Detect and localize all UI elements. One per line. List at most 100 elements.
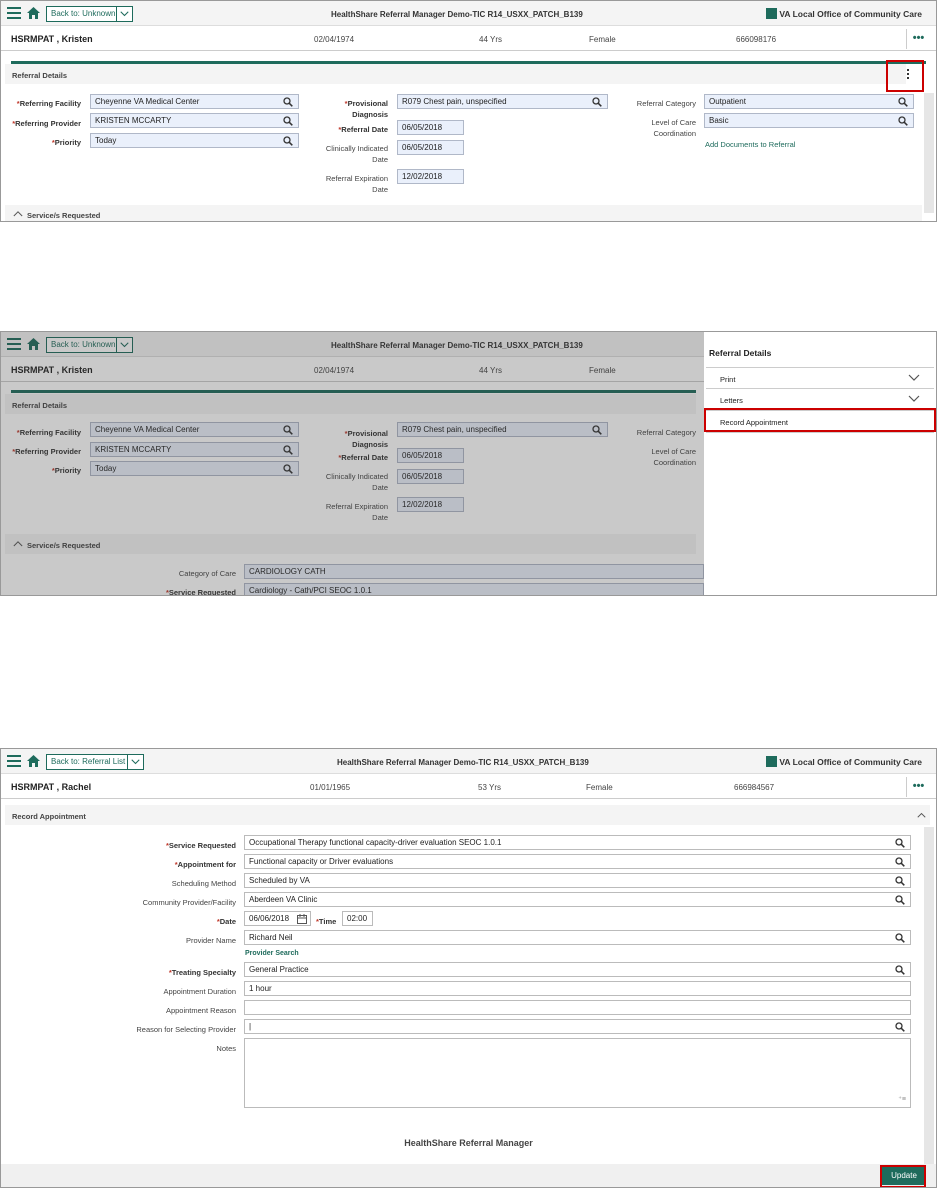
referring-provider-value: KRISTEN MCCARTY (95, 116, 172, 125)
referring-facility-label: *Referring Facility (16, 99, 81, 108)
search-icon[interactable] (592, 97, 602, 107)
referring-facility-field[interactable]: Cheyenne VA Medical Center (90, 94, 299, 109)
back-dropdown-chevron-icon[interactable] (127, 754, 144, 770)
more-options-button[interactable]: ••• (906, 777, 930, 797)
appointment-reason-field[interactable] (244, 1000, 911, 1015)
provider-search-link[interactable]: Provider Search (245, 950, 299, 957)
search-icon[interactable] (895, 965, 905, 975)
priority-label: *Priority (51, 138, 81, 147)
treating-specialty-field[interactable]: General Practice (244, 962, 911, 977)
priority-field[interactable]: Today (90, 133, 299, 148)
record-appointment-screen: Back to: Referral List HealthShare Refer… (0, 748, 937, 1188)
top-navigation-bar: Back to: Unknown HealthShare Referral Ma… (1, 1, 936, 26)
drawer-item-print[interactable]: Print (706, 367, 934, 389)
patient-sex: Female (589, 35, 616, 44)
app-title: HealthShare Referral Manager Demo-TIC R1… (331, 10, 583, 19)
community-provider-field[interactable]: Aberdeen VA Clinic (244, 892, 911, 907)
level-of-care-value: Basic (709, 116, 729, 125)
hamburger-menu-icon[interactable] (7, 755, 21, 767)
service-requested-label: *Service Requested (165, 841, 236, 850)
referral-expiration-date-label: Referral Expiration Date (325, 174, 388, 194)
service-requested-field[interactable]: Occupational Therapy functional capacity… (244, 835, 911, 850)
section-header: Referral Details (5, 64, 906, 84)
add-documents-link[interactable]: Add Documents to Referral (705, 140, 795, 149)
highlight-box (704, 408, 936, 432)
provisional-diagnosis-field[interactable]: R079 Chest pain, unspecified (397, 94, 608, 109)
provisional-diagnosis-value: R079 Chest pain, unspecified (402, 97, 507, 106)
calendar-icon[interactable] (297, 914, 307, 924)
chevron-up-icon[interactable] (13, 210, 23, 217)
hamburger-menu-icon[interactable] (7, 7, 21, 19)
time-field[interactable]: 02:00 (342, 911, 373, 926)
scheduling-method-field[interactable]: Scheduled by VA (244, 873, 911, 888)
patient-age: 44 Yrs (479, 35, 502, 44)
appointment-duration-label: Appointment Duration (163, 987, 236, 996)
notes-textarea[interactable]: ⁺≡ (244, 1038, 911, 1108)
patient-name: HSRMPAT , Rachel (11, 782, 92, 792)
referring-provider-field[interactable]: KRISTEN MCCARTY (90, 113, 299, 128)
service-requested-value: Occupational Therapy functional capacity… (249, 838, 502, 847)
patient-dob: 02/04/1974 (314, 35, 355, 44)
chevron-up-icon[interactable] (917, 812, 926, 818)
search-icon[interactable] (895, 857, 905, 867)
referral-category-value: Outpatient (709, 97, 746, 106)
back-button[interactable]: Back to: Referral List (46, 754, 131, 770)
search-icon[interactable] (895, 876, 905, 886)
back-dropdown-chevron-icon[interactable] (116, 6, 133, 22)
referral-expiration-date-field[interactable]: 12/02/2018 (397, 169, 464, 184)
office-name: VA Local Office of Community Care (766, 756, 922, 768)
scheduling-method-value: Scheduled by VA (249, 876, 310, 885)
search-icon[interactable] (283, 116, 293, 126)
home-icon[interactable] (26, 754, 41, 768)
patient-id: 666984567 (734, 783, 775, 792)
community-provider-value: Aberdeen VA Clinic (249, 895, 318, 904)
date-label: *Date (216, 917, 236, 926)
patient-id: 666098176 (736, 35, 777, 44)
search-icon[interactable] (895, 1022, 905, 1032)
services-section-header[interactable]: Service/s Requested (5, 205, 922, 221)
highlight-box (880, 1165, 926, 1187)
scrollbar[interactable] (924, 93, 934, 213)
date-field[interactable]: 06/06/2018 (244, 911, 311, 926)
app-title: HealthShare Referral Manager Demo-TIC R1… (337, 758, 589, 767)
back-button[interactable]: Back to: Unknown (46, 6, 121, 22)
priority-value: Today (95, 136, 117, 145)
office-name: VA Local Office of Community Care (766, 8, 922, 20)
reason-selecting-provider-field[interactable]: | (244, 1019, 911, 1034)
notes-label: Notes (216, 1044, 236, 1053)
treating-specialty-label: *Treating Specialty (168, 968, 236, 977)
search-icon[interactable] (898, 116, 908, 126)
clinically-indicated-date-field[interactable]: 06/05/2018 (397, 140, 464, 155)
more-options-button[interactable]: ••• (906, 29, 930, 49)
search-icon[interactable] (895, 933, 905, 943)
patient-banner: HSRMPAT , Kristen 02/04/1974 44 Yrs Fema… (1, 27, 936, 51)
referral-actions-drawer: Referral Details Print Letters Record Ap… (704, 332, 936, 595)
appointment-duration-field[interactable]: 1 hour (244, 981, 911, 996)
referral-date-label: *Referral Date (338, 125, 388, 134)
referral-details-screen: Back to: Unknown HealthShare Referral Ma… (0, 0, 937, 222)
appointment-for-label: *Appointment for (174, 860, 236, 869)
level-of-care-field[interactable]: Basic (704, 113, 914, 128)
referring-provider-label: *Referring Provider (12, 119, 81, 128)
referral-date-field[interactable]: 06/05/2018 (397, 120, 464, 135)
home-icon[interactable] (26, 6, 41, 20)
section-header: Record Appointment (5, 805, 930, 825)
office-icon (766, 8, 778, 20)
treating-specialty-value: General Practice (249, 965, 309, 974)
provider-name-label: Provider Name (185, 936, 236, 945)
search-icon[interactable] (283, 136, 293, 146)
patient-sex: Female (586, 783, 613, 792)
search-icon[interactable] (895, 895, 905, 905)
search-icon[interactable] (895, 838, 905, 848)
scrollbar[interactable] (924, 827, 934, 1167)
modal-overlay[interactable] (1, 332, 704, 595)
search-icon[interactable] (898, 97, 908, 107)
search-icon[interactable] (283, 97, 293, 107)
provisional-diagnosis-label: *Provisional Diagnosis (344, 99, 388, 119)
referral-category-field[interactable]: Outpatient (704, 94, 914, 109)
reason-selecting-provider-value: | (249, 1022, 252, 1031)
provider-name-field[interactable]: Richard Neil (244, 930, 911, 945)
resize-handle-icon[interactable]: ⁺≡ (898, 1095, 906, 1105)
action-bar: Update (1, 1164, 936, 1187)
appointment-for-field[interactable]: Functional capacity or Driver evaluation… (244, 854, 911, 869)
